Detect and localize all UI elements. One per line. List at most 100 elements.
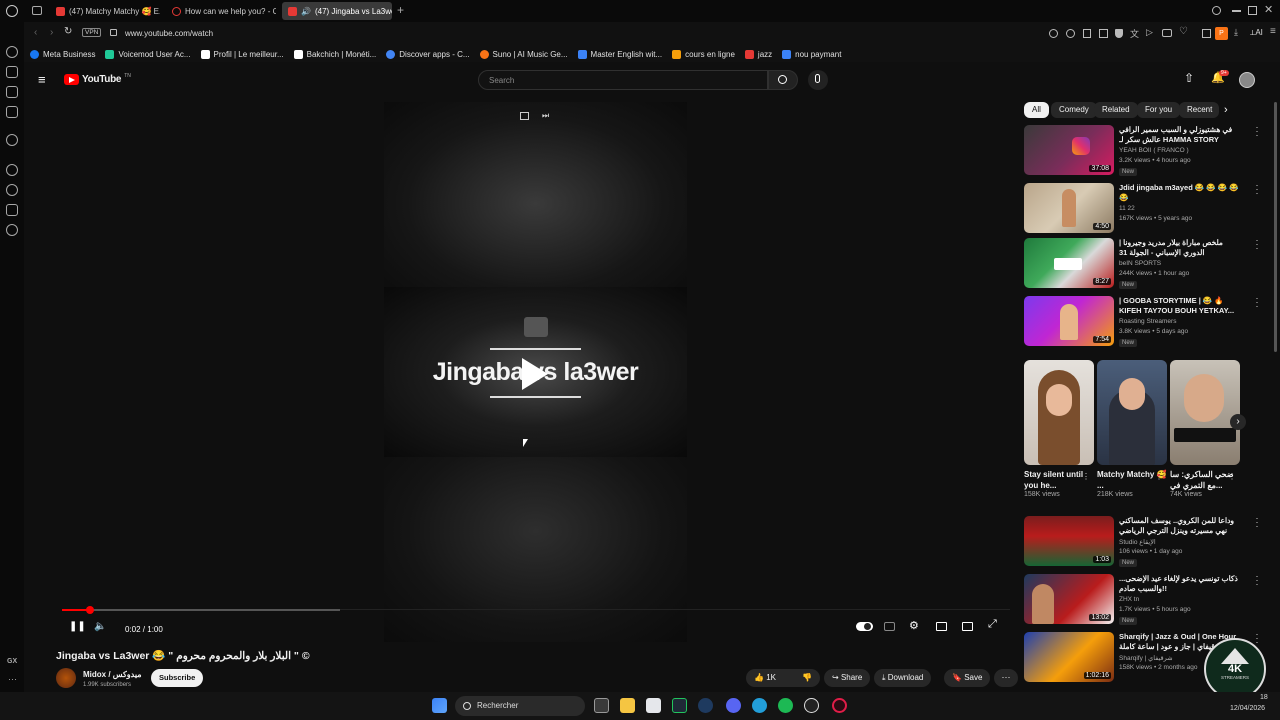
rec-item[interactable]: 1:03 وداعا للمن الكروي.. يوسف المساكني ن… <box>1024 514 1260 568</box>
volume-icon[interactable]: 🔈 <box>94 621 106 632</box>
restore-button[interactable] <box>1248 6 1257 15</box>
file-explorer-icon[interactable] <box>620 698 635 713</box>
pip-icon[interactable] <box>520 112 529 120</box>
pause-button[interactable]: ❚❚ <box>69 621 86 632</box>
rec-thumbnail[interactable]: 1:03 <box>1024 516 1114 566</box>
short-thumbnail[interactable] <box>1097 360 1167 465</box>
telegram-icon[interactable] <box>752 698 767 713</box>
short-menu-icon[interactable]: ⋮ <box>1155 472 1163 481</box>
emoji-icon[interactable] <box>1066 29 1075 38</box>
capcut-icon[interactable] <box>804 698 819 713</box>
autoplay-toggle[interactable] <box>856 622 873 631</box>
spotify-icon[interactable] <box>778 698 793 713</box>
rec-channel[interactable]: Sharqify | شرقيفاي <box>1119 654 1173 662</box>
rec-menu-icon[interactable]: · · · <box>1254 514 1260 531</box>
chip-all[interactable]: All <box>1024 102 1049 118</box>
profile-p-icon[interactable]: P <box>1215 27 1228 40</box>
shorts-next-button[interactable]: › <box>1230 414 1246 430</box>
zoom-icon[interactable] <box>1049 29 1058 38</box>
bookmark-suno[interactable]: Suno | AI Music Ge... <box>479 49 568 59</box>
vpn-badge[interactable]: VPN <box>82 28 102 37</box>
bookmark-jazz[interactable]: jazz <box>744 49 772 59</box>
windows-start-icon[interactable] <box>432 698 447 713</box>
big-play-button[interactable] <box>522 358 548 390</box>
rec-title[interactable]: Jdid jingaba m3ayed 😂 😂 😂 😂 😂 <box>1119 183 1241 203</box>
save-button[interactable]: 🔖 Save <box>944 669 991 687</box>
bookmark-nou-paymant[interactable]: nou paymant <box>782 49 841 59</box>
captions-icon[interactable] <box>884 622 895 631</box>
youtube-logo[interactable]: YouTube TN <box>64 73 131 85</box>
bookmark-profil[interactable]: Profil | Le meilleur... <box>200 49 284 59</box>
new-tab-button[interactable]: + <box>397 3 404 17</box>
bookmark-bakchich[interactable]: Bakchich | Monéti... <box>293 49 376 59</box>
channel-avatar[interactable] <box>56 668 76 688</box>
shield-icon[interactable] <box>1115 29 1123 38</box>
bookmark-meta-business[interactable]: Meta Business <box>30 49 95 59</box>
short-menu-icon[interactable]: ⋮ <box>1082 472 1090 481</box>
chip-comedy[interactable]: Comedy <box>1051 102 1097 118</box>
minimize-button[interactable] <box>1232 10 1241 12</box>
dislike-button[interactable]: 👎 <box>796 669 820 687</box>
rec-channel[interactable]: Roasting Streamers <box>1119 318 1176 325</box>
rec-title[interactable]: ذكاب تونسي يدعو لإلغاء عيد الإضحى... وال… <box>1119 574 1241 594</box>
fullscreen-icon[interactable]: ⤢ <box>988 618 997 631</box>
channel-name[interactable]: Midox / ميدوكس <box>83 670 142 679</box>
subscribe-button[interactable]: Subscribe <box>151 669 204 687</box>
rec-item[interactable]: 37:08 في هشتيوزلي و السبب سمير الرافي عا… <box>1024 123 1260 177</box>
search-input[interactable]: Search <box>478 70 768 90</box>
extension-icon[interactable] <box>1202 29 1211 38</box>
short-item[interactable]: Matchy Matchy 🥰 ... 218K views ⋮ <box>1097 360 1167 498</box>
store-icon[interactable] <box>646 698 661 713</box>
forward-icon[interactable]: › <box>50 27 53 38</box>
rec-item[interactable]: 7:54 | GOOBA STORYTIME | 😂 🔥 KIFEH TAY7O… <box>1024 294 1260 348</box>
upload-icon[interactable]: ⇧ <box>1184 71 1194 85</box>
taskbar-search[interactable]: Rechercher <box>455 696 585 716</box>
bookmark-master-english[interactable]: Master English wit... <box>577 49 662 59</box>
short-menu-icon[interactable]: ⋮ <box>1228 472 1236 481</box>
rec-thumbnail[interactable]: 4:50 <box>1024 183 1114 233</box>
tab-overview-icon[interactable] <box>32 6 42 15</box>
send-icon[interactable]: ▷ <box>1146 27 1153 38</box>
bookmark-discover[interactable]: Discover apps - C... <box>386 49 470 59</box>
heart-icon[interactable]: ♡ <box>1179 26 1188 37</box>
tab-matchy[interactable]: (47) Matchy Matchy 🥰 E... <box>50 2 160 20</box>
rec-channel[interactable]: YEAH BOII ( FRANCO ) <box>1119 147 1189 154</box>
bookmark-voicemod[interactable]: Voicemod User Ac... <box>105 49 191 59</box>
search-button[interactable] <box>768 70 798 90</box>
rec-menu-icon[interactable]: · · · <box>1254 181 1260 198</box>
messenger-icon[interactable] <box>6 134 18 146</box>
bookmark-cours[interactable]: cours en ligne <box>672 49 735 59</box>
discord-icon[interactable] <box>726 698 741 713</box>
rec-menu-icon[interactable]: · · · <box>1254 123 1260 140</box>
rec-thumbnail[interactable]: 37:08 <box>1024 125 1114 175</box>
rec-channel[interactable]: 11 22 <box>1119 205 1135 212</box>
tab-jingaba[interactable]: 🔊 (47) Jingaba vs La3wer <box>282 2 392 20</box>
gx-icon[interactable]: GX <box>7 658 17 665</box>
rec-menu-icon[interactable]: · · · <box>1254 236 1260 253</box>
player-icon[interactable] <box>6 164 18 176</box>
settings-icon[interactable] <box>6 224 18 236</box>
tab-help[interactable]: How can we help you? - C... <box>166 2 276 20</box>
short-thumbnail[interactable] <box>1170 360 1240 465</box>
progress-scrubber[interactable] <box>86 606 94 614</box>
progress-track[interactable] <box>62 609 340 611</box>
rec-title[interactable]: ملخص مباراة بيلار مدريد وجيرونا | الدوري… <box>1119 238 1241 258</box>
account-avatar[interactable] <box>1239 72 1255 88</box>
ai-icon[interactable] <box>6 46 18 58</box>
rec-thumbnail[interactable]: 13:02 <box>1024 574 1114 624</box>
translate-icon[interactable]: 文 <box>1130 27 1139 40</box>
wallet-icon[interactable] <box>6 66 18 78</box>
short-thumbnail[interactable] <box>1024 360 1094 465</box>
url-field[interactable]: www.youtube.com/watch <box>125 29 213 38</box>
reload-icon[interactable]: ↻ <box>64 26 72 37</box>
rec-title[interactable]: في هشتيوزلي و السبب سمير الرافي عالش سكر… <box>1119 125 1241 145</box>
rec-item[interactable]: 4:50 Jdid jingaba m3ayed 😂 😂 😂 😂 😂 11 22… <box>1024 181 1260 235</box>
rec-item[interactable]: 8:27 ملخص مباراة بيلار مدريد وجيرونا | ا… <box>1024 236 1260 290</box>
video-player[interactable]: Jingaba vs la3wer ⏭ <box>384 102 687 642</box>
terminal-icon[interactable] <box>672 698 687 713</box>
chip-recent[interactable]: Recent <box>1179 102 1219 118</box>
rec-thumbnail[interactable]: 8:27 <box>1024 238 1114 288</box>
hamburger-menu-icon[interactable]: ≡ <box>38 72 46 87</box>
rec-menu-icon[interactable]: · · · <box>1254 294 1260 311</box>
like-button[interactable]: 👍 1K <box>746 669 796 687</box>
